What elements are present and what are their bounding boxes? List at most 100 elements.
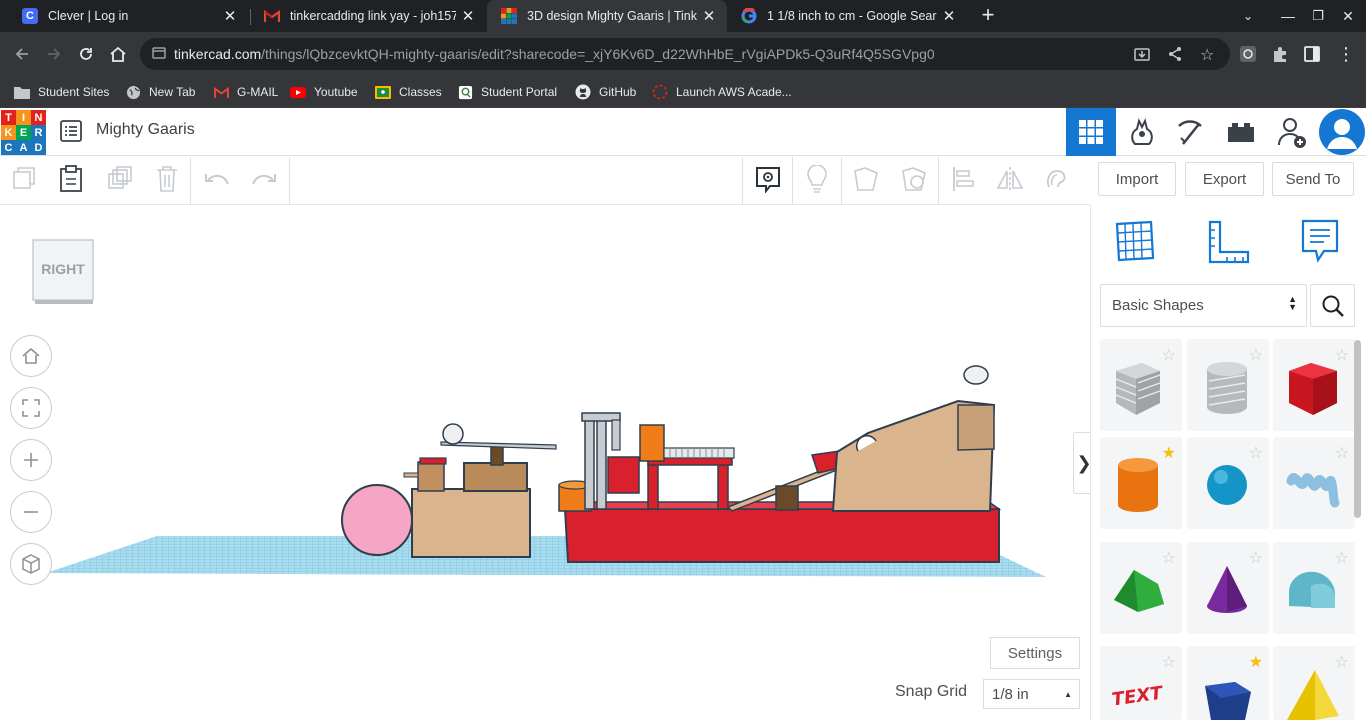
workplane-icon[interactable] xyxy=(1112,216,1158,266)
bookmark-github[interactable]: GitHub xyxy=(575,82,636,102)
undo-icon[interactable] xyxy=(202,164,232,194)
bookmark-gmail[interactable]: G-MAIL xyxy=(213,82,278,102)
shape-scribble[interactable]: ☆ xyxy=(1273,437,1355,529)
minimize-icon[interactable]: — xyxy=(1278,6,1298,26)
copy-icon[interactable] xyxy=(10,164,40,194)
shape-cylinder-hole[interactable]: ☆ xyxy=(1187,339,1269,431)
close-icon[interactable]: ✕ xyxy=(937,7,961,25)
ruler-icon[interactable] xyxy=(1205,216,1251,266)
mirror-icon[interactable] xyxy=(995,164,1025,194)
notes-icon[interactable] xyxy=(753,164,783,194)
bookmark-label: Launch AWS Acade... xyxy=(676,85,792,99)
menu-icon[interactable]: ⋮ xyxy=(1337,44,1355,64)
pickaxe-icon[interactable] xyxy=(1166,108,1216,156)
bookmark-label: Youtube xyxy=(314,85,358,99)
bookmark-star-icon[interactable]: ☆ xyxy=(1200,45,1214,65)
tinkercad-logo[interactable]: T I N K E R C A D xyxy=(1,110,46,155)
tan-box xyxy=(403,445,531,558)
bookmark-student-portal[interactable]: Student Portal xyxy=(457,82,557,102)
add-user-icon[interactable] xyxy=(1267,108,1317,156)
shape-roof[interactable]: ☆ xyxy=(1100,542,1182,634)
shape-polygon[interactable]: ★ xyxy=(1187,646,1269,720)
settings-button[interactable]: Settings xyxy=(990,637,1080,669)
shape-text[interactable]: ☆ TEXT xyxy=(1100,646,1182,720)
forward-icon[interactable] xyxy=(40,40,68,68)
puzzle-icon[interactable] xyxy=(1271,45,1289,63)
paste-icon[interactable] xyxy=(56,164,86,194)
import-button[interactable]: Import xyxy=(1098,162,1176,196)
avatar[interactable] xyxy=(1317,108,1366,156)
restore-icon[interactable]: ❐ xyxy=(1308,6,1328,26)
home-view-button[interactable] xyxy=(10,335,52,377)
ortho-view-button[interactable] xyxy=(10,543,52,585)
bookmark-label: Student Portal xyxy=(481,85,558,99)
view-cube[interactable]: RIGHT xyxy=(32,239,94,305)
tab-clever[interactable]: C Clever | Log in ✕ xyxy=(8,0,248,32)
export-button[interactable]: Export xyxy=(1185,162,1264,196)
bookmark-classes[interactable]: Classes xyxy=(375,82,442,102)
zoom-out-button[interactable] xyxy=(10,491,52,533)
new-tab-icon[interactable]: + xyxy=(976,4,1000,28)
shape-cone[interactable]: ☆ xyxy=(1187,542,1269,634)
solid-shape-icon[interactable] xyxy=(851,164,881,194)
close-icon[interactable]: ✕ xyxy=(456,7,480,25)
white-ball xyxy=(963,365,989,385)
hole-shape-icon[interactable] xyxy=(899,164,929,194)
snap-grid-label: Snap Grid xyxy=(895,683,968,700)
globe-icon xyxy=(125,84,141,100)
side-panel-icon[interactable] xyxy=(1303,45,1321,63)
window-close-icon[interactable]: ✕ xyxy=(1338,6,1358,26)
tab-google[interactable]: 1 1/8 inch to cm - Google Search ✕ xyxy=(727,0,967,32)
tinkercad-icon xyxy=(501,8,517,24)
shape-pyramid[interactable]: ☆ xyxy=(1273,646,1355,720)
bricks-icon[interactable] xyxy=(1216,108,1266,156)
share-icon[interactable] xyxy=(1167,46,1183,67)
bookmark-aws-academy[interactable]: Launch AWS Acade... xyxy=(652,82,792,102)
send-to-button[interactable]: Send To xyxy=(1272,162,1354,196)
lightbulb-icon[interactable] xyxy=(802,164,832,194)
bookmark-student-sites[interactable]: Student Sites xyxy=(14,82,109,102)
home-icon[interactable] xyxy=(104,40,132,68)
aws-icon xyxy=(652,84,668,100)
bookmark-label: GitHub xyxy=(599,85,637,99)
reload-icon[interactable] xyxy=(72,40,100,68)
align-icon[interactable] xyxy=(948,164,978,194)
shape-cylinder[interactable]: ★ xyxy=(1100,437,1182,529)
shape-round-roof[interactable]: ☆ xyxy=(1273,542,1355,634)
youtube-icon xyxy=(290,84,306,100)
install-icon[interactable] xyxy=(1134,46,1150,67)
scene-canvas[interactable] xyxy=(0,205,1090,720)
shape-sphere[interactable]: ☆ xyxy=(1187,437,1269,529)
shape-library-select[interactable]: Basic Shapes ▲ ▼ xyxy=(1100,284,1307,327)
tab-title: 3D design Mighty Gaaris | Tinker xyxy=(527,9,697,23)
tab-gmail[interactable]: tinkercadding link yay - joh1570 ✕ xyxy=(250,0,486,32)
3d-view-grid-icon[interactable] xyxy=(1066,108,1116,156)
address-bar[interactable]: tinkercad.com/things/lQbzcevktQH-mighty-… xyxy=(140,38,1230,70)
extension-icon[interactable] xyxy=(1239,45,1257,63)
zoom-in-button[interactable] xyxy=(10,439,52,481)
duplicate-icon[interactable] xyxy=(105,164,135,194)
tab-title: Clever | Log in xyxy=(48,9,129,23)
folder-icon xyxy=(14,84,30,100)
trash-icon[interactable] xyxy=(152,164,182,194)
site-info-icon[interactable] xyxy=(152,46,166,65)
shape-search-icon[interactable] xyxy=(1310,284,1355,327)
bookmark-youtube[interactable]: Youtube xyxy=(290,82,358,102)
snap-grid-select[interactable]: 1/8 in ▲ xyxy=(983,679,1080,709)
redo-icon[interactable] xyxy=(249,164,279,194)
close-icon[interactable]: ✕ xyxy=(218,7,242,25)
tab-search-icon[interactable]: ⌄ xyxy=(1238,6,1258,26)
close-icon[interactable]: ✕ xyxy=(697,7,721,25)
shape-box[interactable]: ☆ xyxy=(1273,339,1355,431)
fit-view-button[interactable] xyxy=(10,387,52,429)
design-list-icon[interactable] xyxy=(58,118,84,144)
notes-panel-icon[interactable] xyxy=(1298,216,1344,266)
tab-tinkercad[interactable]: 3D design Mighty Gaaris | Tinker ✕ xyxy=(487,0,727,32)
bookmark-new-tab[interactable]: New Tab xyxy=(125,82,195,102)
shapes-scrollbar[interactable] xyxy=(1354,340,1361,518)
circuits-icon[interactable] xyxy=(1117,108,1167,156)
project-name[interactable]: Mighty Gaaris xyxy=(96,121,195,139)
cruise-icon[interactable] xyxy=(1042,164,1072,194)
back-icon[interactable] xyxy=(8,40,36,68)
shape-box-hole[interactable]: ☆ xyxy=(1100,339,1182,431)
